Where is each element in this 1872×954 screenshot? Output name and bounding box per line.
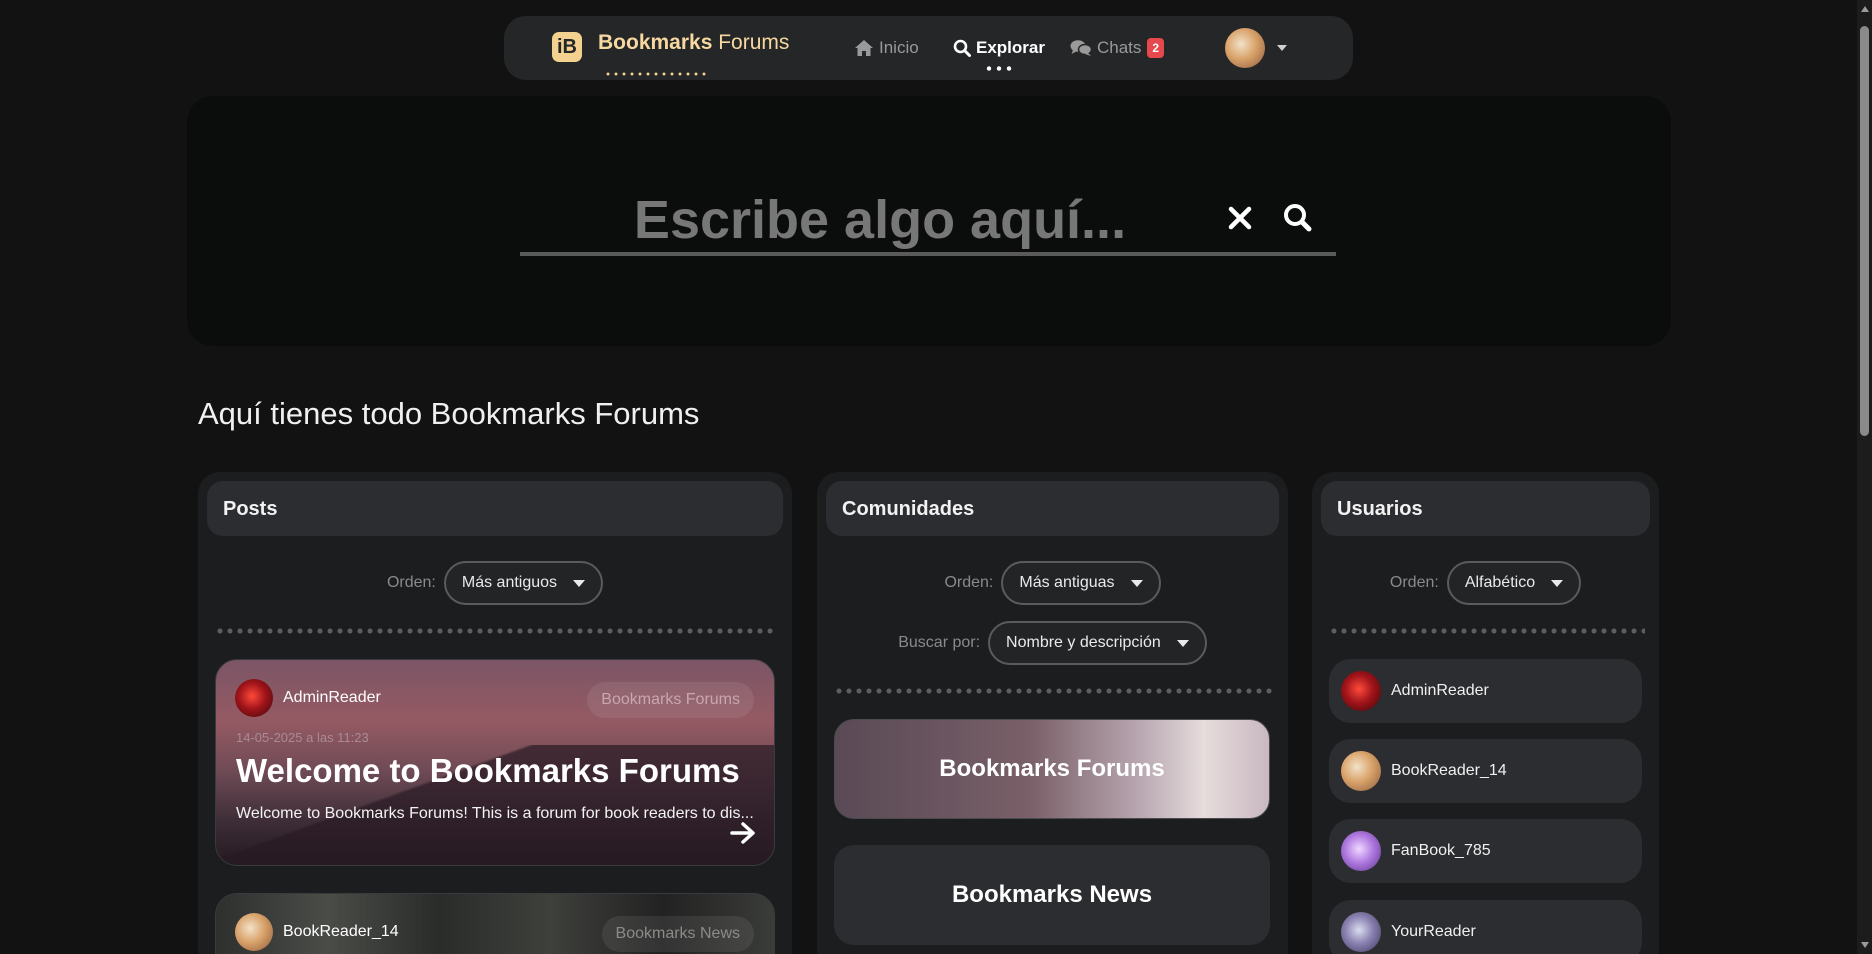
chat-bubbles-icon [1070, 40, 1092, 56]
search-icon [1284, 204, 1312, 232]
post-author[interactable]: BookReader_14 [235, 913, 399, 951]
search-bar [520, 188, 1336, 256]
search-hero [187, 96, 1671, 346]
community-card[interactable]: Bookmarks Forums [834, 719, 1270, 819]
posts-order-label: Orden: [386, 574, 436, 591]
nav-chats[interactable]: Chats 2 [1070, 38, 1165, 58]
brand-link[interactable]: iB Bookmarks Forums [552, 31, 789, 76]
scroll-down-icon[interactable] [1861, 942, 1869, 948]
nav-explorar[interactable]: Explorar [953, 38, 1045, 58]
post-community-badge[interactable]: Bookmarks Forums [587, 682, 754, 718]
submit-search-button[interactable] [1278, 198, 1318, 238]
communities-searchby-value: Nombre y descripción [1006, 634, 1161, 651]
brand-name-light: Forums [718, 31, 790, 54]
open-post-button[interactable] [730, 822, 756, 849]
nav-explorar-label: Explorar [976, 38, 1045, 57]
post-author-name: BookReader_14 [283, 923, 399, 940]
clear-search-button[interactable] [1220, 198, 1260, 238]
avatar [1341, 831, 1381, 871]
community-name: Bookmarks News [951, 881, 1153, 908]
post-author-name: AdminReader [283, 689, 381, 706]
posts-divider [215, 628, 777, 634]
chevron-down-icon[interactable] [1277, 45, 1287, 51]
search-input[interactable] [520, 188, 1240, 252]
scroll-up-icon[interactable] [1861, 6, 1869, 12]
user-list-item[interactable]: YourReader [1329, 900, 1642, 954]
avatar [1341, 912, 1381, 952]
users-order-value: Alfabético [1464, 574, 1536, 591]
post-author[interactable]: AdminReader [235, 679, 381, 717]
arrow-right-icon [730, 822, 755, 844]
nav-inicio[interactable]: Inicio [854, 38, 919, 58]
brand-logo-icon: iB [552, 32, 582, 62]
top-navbar: iB Bookmarks Forums Inicio Explorar Chat… [504, 16, 1353, 80]
post-date: 14-05-2025 a las 11:23 [236, 730, 369, 745]
page-title: Aquí tienes todo Bookmarks Forums [198, 396, 700, 431]
user-list-item[interactable]: FanBook_785 [1329, 819, 1642, 883]
users-order-select[interactable]: Alfabético [1446, 561, 1582, 605]
close-icon [1228, 206, 1252, 230]
communities-order-label: Orden: [944, 574, 994, 591]
post-title: Welcome to Bookmarks Forums [236, 752, 740, 789]
communities-searchby-row: Buscar por: Nombre y descripción [817, 621, 1288, 665]
posts-panel-title: Posts [207, 481, 783, 536]
communities-searchby-select[interactable]: Nombre y descripción [988, 621, 1207, 665]
nav-inicio-label: Inicio [879, 38, 919, 57]
caret-down-icon [573, 579, 586, 587]
communities-order-row: Orden: Más antiguas [817, 561, 1288, 605]
community-card[interactable]: Bookmarks News [834, 845, 1270, 945]
users-divider [1329, 628, 1645, 634]
users-panel: Usuarios Orden: Alfabético AdminReader B… [1312, 472, 1659, 954]
page-scrollbar[interactable] [1857, 0, 1872, 954]
user-name: FanBook_785 [1391, 842, 1491, 859]
user-avatar[interactable] [1225, 28, 1265, 68]
user-list-item[interactable]: BookReader_14 [1329, 739, 1642, 803]
users-order-label: Orden: [1389, 574, 1439, 591]
post-card[interactable]: AdminReader Bookmarks Forums 14-05-2025 … [215, 659, 775, 866]
brand-underline-dots [604, 72, 708, 76]
scrollbar-thumb[interactable] [1860, 26, 1869, 436]
posts-panel: Posts Orden: Más antiguos AdminReader Bo… [198, 472, 792, 954]
caret-down-icon [1551, 579, 1564, 587]
user-name: AdminReader [1391, 682, 1489, 699]
user-name: YourReader [1391, 923, 1476, 940]
brand-name-strong: Bookmarks [598, 31, 713, 54]
avatar [235, 913, 273, 951]
community-name: Bookmarks Forums [939, 755, 1165, 782]
active-indicator-dots [984, 66, 1014, 71]
communities-divider [834, 688, 1274, 694]
communities-panel-title: Comunidades [826, 481, 1279, 536]
caret-down-icon [1130, 579, 1143, 587]
user-name: BookReader_14 [1391, 762, 1507, 779]
avatar [1341, 671, 1381, 711]
post-community-badge[interactable]: Bookmarks News [601, 916, 754, 952]
user-list-item[interactable]: AdminReader [1329, 659, 1642, 723]
avatar [235, 679, 273, 717]
posts-order-select[interactable]: Más antiguos [443, 561, 604, 605]
posts-order-value: Más antiguos [461, 574, 558, 591]
post-card[interactable]: BookReader_14 Bookmarks News [215, 893, 775, 954]
nav-chats-label: Chats [1097, 38, 1142, 57]
chats-unread-badge: 2 [1147, 38, 1165, 58]
home-icon [855, 40, 873, 56]
avatar [1341, 751, 1381, 791]
caret-down-icon [1176, 639, 1189, 647]
users-panel-title: Usuarios [1321, 481, 1650, 536]
brand-name: Bookmarks Forums [598, 31, 789, 55]
users-order-row: Orden: Alfabético [1312, 561, 1659, 605]
communities-panel: Comunidades Orden: Más antiguas Buscar p… [817, 472, 1288, 954]
communities-order-value: Más antiguas [1019, 574, 1115, 591]
communities-searchby-label: Buscar por: [898, 634, 981, 651]
search-icon [953, 39, 971, 57]
posts-order-row: Orden: Más antiguos [198, 561, 792, 605]
communities-order-select[interactable]: Más antiguas [1001, 561, 1161, 605]
post-excerpt: Welcome to Bookmarks Forums! This is a f… [236, 805, 754, 822]
